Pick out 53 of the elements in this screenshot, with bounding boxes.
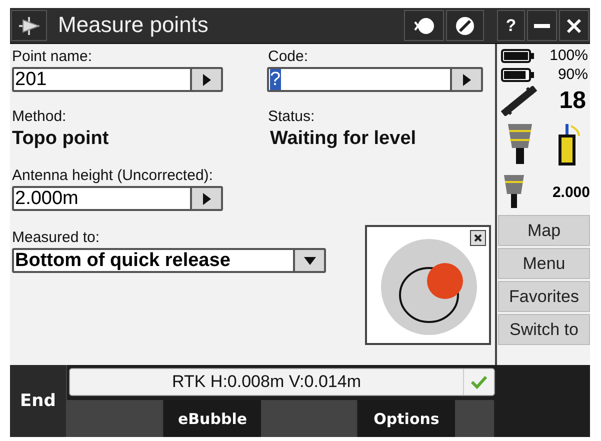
field-label: Status: (267, 108, 316, 127)
caret-down-icon (304, 256, 316, 264)
toolbar-button[interactable] (446, 10, 484, 41)
input-field[interactable]: 2.000m (12, 186, 223, 211)
field-label: Measured to: (12, 229, 101, 248)
softkey[interactable]: Options (358, 400, 455, 437)
window-title: Measure points (58, 11, 210, 39)
close-button[interactable] (470, 230, 486, 246)
gnss-receiver-icon (503, 174, 525, 210)
close-icon (474, 234, 482, 242)
input-field[interactable]: ? (267, 67, 483, 92)
input-field[interactable]: 201 (12, 67, 223, 92)
close-icon (566, 18, 582, 34)
antenna-height-reading: 2.000 (552, 184, 590, 200)
field-label: Method: (12, 108, 68, 127)
dropdown[interactable]: Bottom of quick release (12, 248, 326, 273)
battery-reading: 90% (558, 66, 588, 83)
field-value: 2.000m (14, 188, 80, 209)
caret-right-icon (462, 74, 470, 86)
close-button[interactable] (559, 10, 589, 41)
caret-right-icon (202, 74, 210, 86)
arrow-button[interactable] (190, 69, 221, 90)
field-value: ? (269, 69, 282, 90)
precision-text: RTK H:0.008m V:0.014m (171, 371, 362, 393)
minimize-button[interactable] (527, 10, 557, 41)
satellite-icon (501, 86, 537, 116)
app-menu-button[interactable] (11, 10, 47, 41)
softkey[interactable]: Map (498, 215, 590, 246)
softkey[interactable]: Menu (498, 248, 590, 279)
softkey[interactable]: Switch to (498, 314, 590, 345)
gnss-receiver-icon (506, 122, 534, 166)
help-button[interactable]: ? (497, 10, 525, 41)
softkey[interactable]: eBubble (164, 400, 261, 437)
minimize-icon (534, 24, 550, 28)
method-value: Topo point (12, 127, 110, 151)
dropdown-value: Bottom of quick release (14, 250, 232, 271)
dropdown-button[interactable] (293, 250, 324, 271)
end-button[interactable]: End (10, 365, 67, 437)
field-label: Antenna height (Uncorrected): (12, 167, 214, 186)
battery-icon (501, 48, 535, 62)
status-value: Waiting for level (269, 127, 418, 151)
field-label: Code: (267, 48, 310, 67)
toolbar-button[interactable] (404, 10, 444, 41)
caret-right-icon (202, 192, 210, 204)
battery-icon (501, 68, 535, 82)
arrow-button[interactable] (450, 69, 481, 90)
field-label: Point name: (12, 48, 94, 67)
no-entry-icon (454, 14, 476, 36)
satellite-count: 18 (559, 87, 586, 115)
field-value: 201 (14, 69, 48, 90)
arrow-button[interactable] (190, 188, 221, 209)
softkey[interactable]: Favorites (498, 281, 590, 312)
battery-reading: 100% (550, 47, 588, 64)
